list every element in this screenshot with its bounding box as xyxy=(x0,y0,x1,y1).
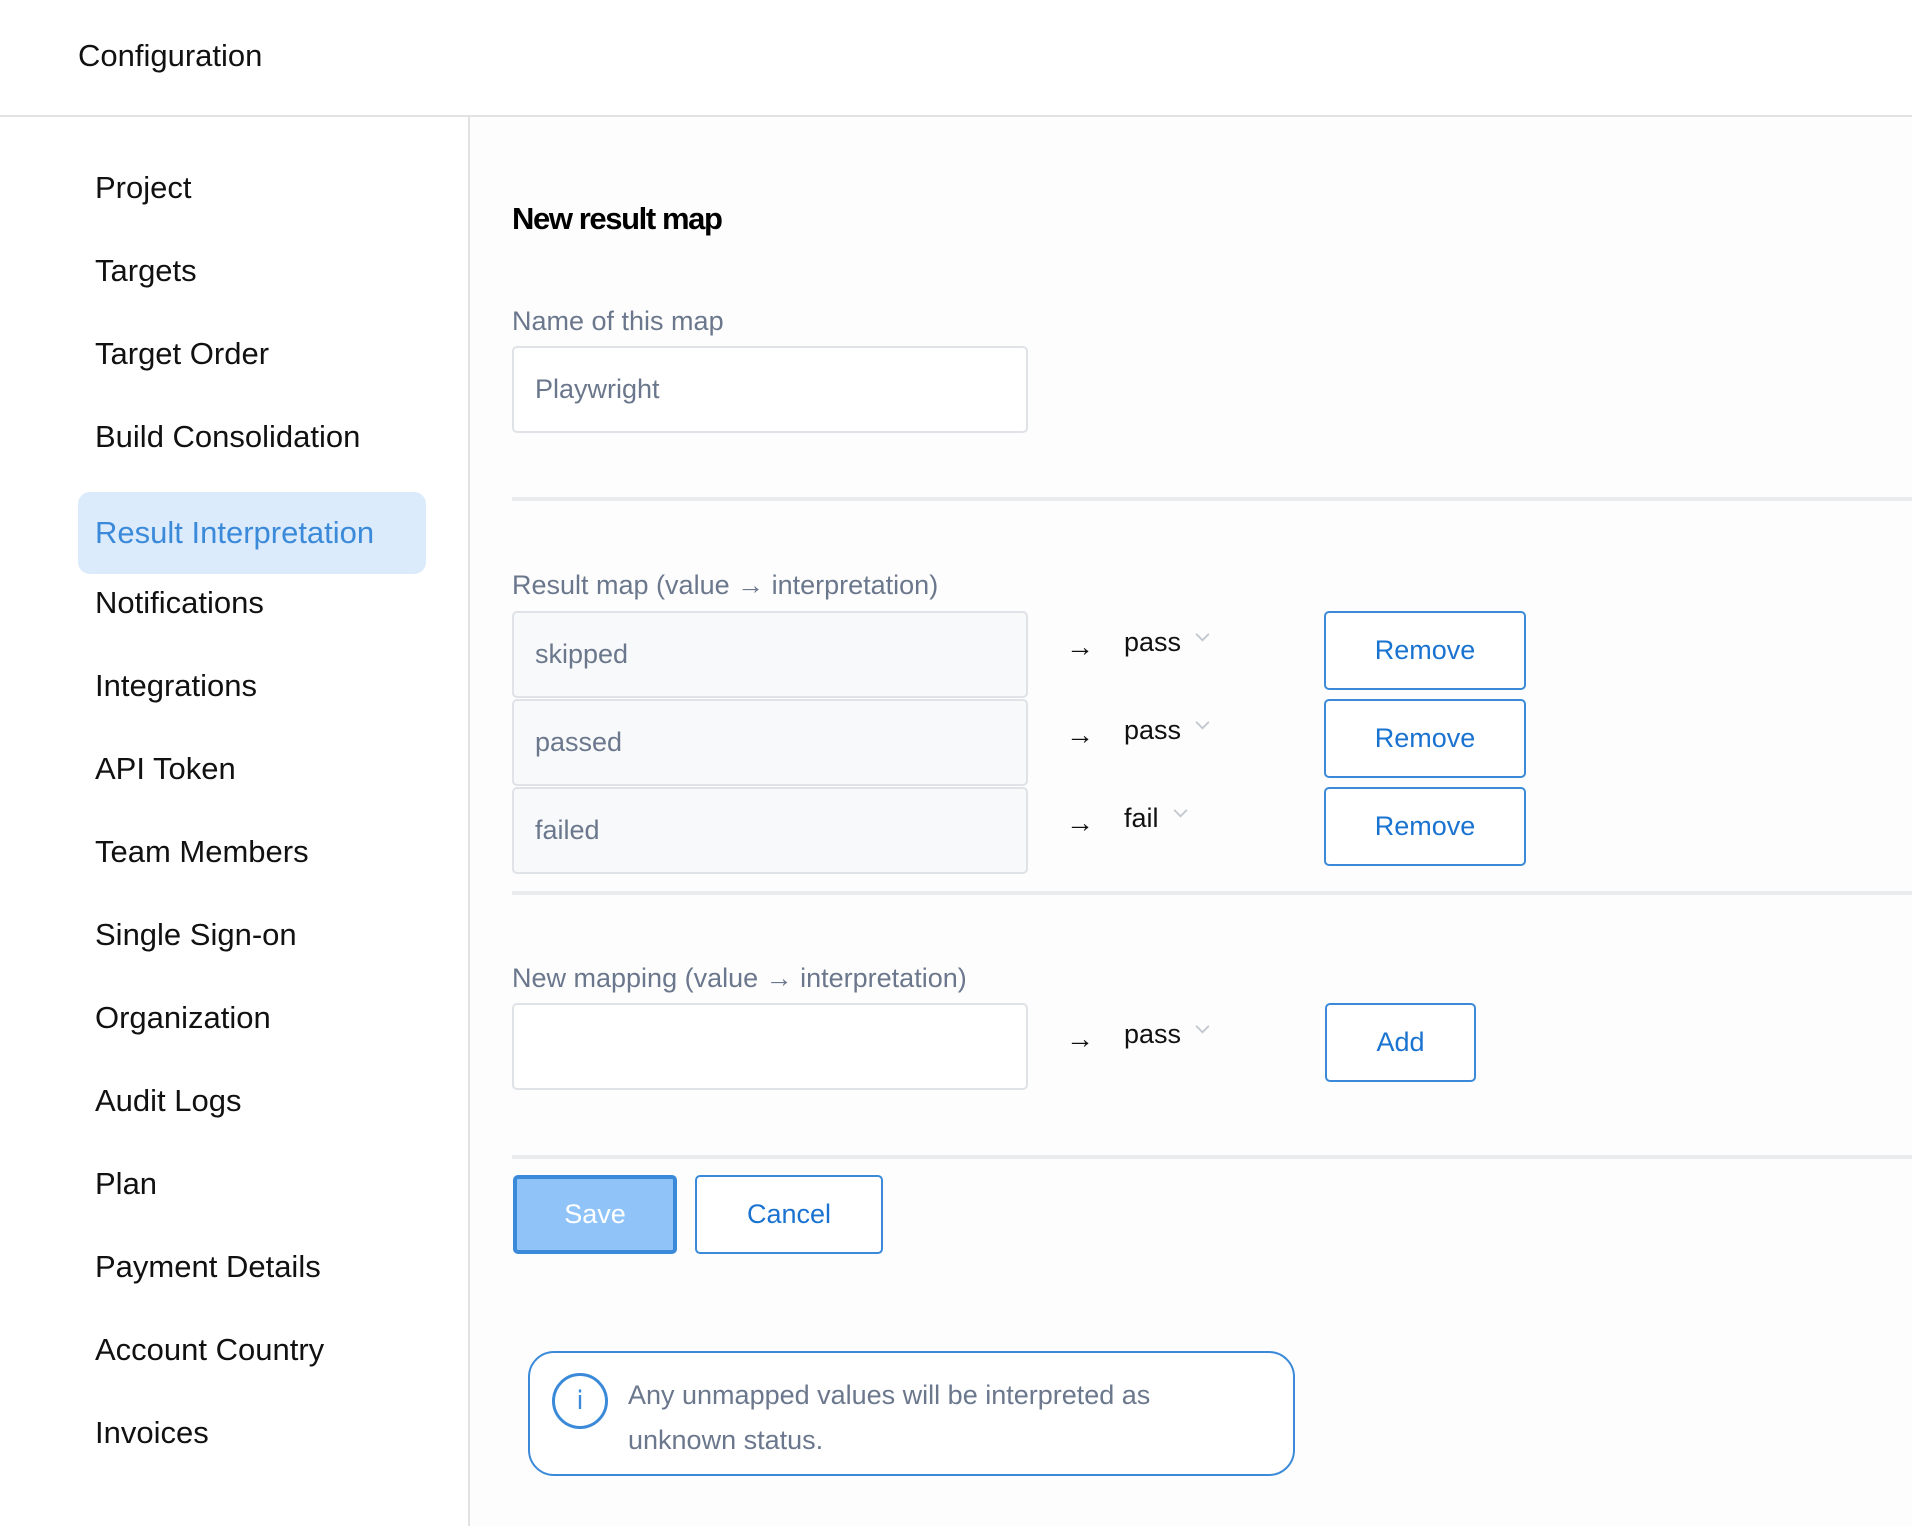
sidebar: Project Targets Target Order Build Conso… xyxy=(0,117,470,1526)
save-button[interactable]: Save xyxy=(513,1175,677,1254)
result-map-label: Result map (value → interpretation) xyxy=(512,570,939,600)
page-title: New result map xyxy=(512,201,723,236)
interpretation-select[interactable]: fail xyxy=(1124,803,1188,834)
interpretation-select[interactable]: pass xyxy=(1124,627,1210,658)
info-icon: i xyxy=(552,1373,608,1429)
new-mapping-value-input[interactable] xyxy=(512,1003,1028,1090)
arrow-right-icon: → xyxy=(1066,807,1094,838)
sidebar-item-team-members[interactable]: Team Members xyxy=(78,811,426,893)
top-header: Configuration xyxy=(0,0,1912,117)
sidebar-item-audit-logs[interactable]: Audit Logs xyxy=(78,1060,426,1142)
result-value-input[interactable]: passed xyxy=(512,699,1028,786)
sidebar-item-notifications[interactable]: Notifications xyxy=(78,562,426,644)
info-callout: i Any unmapped values will be interprete… xyxy=(528,1351,1295,1476)
map-name-label: Name of this map xyxy=(512,306,724,336)
interpretation-select[interactable]: pass xyxy=(1124,715,1210,746)
arrow-right-icon: → xyxy=(1066,631,1094,662)
cancel-button[interactable]: Cancel xyxy=(695,1175,883,1254)
arrow-right-icon: → xyxy=(1066,1023,1094,1054)
chevron-down-icon xyxy=(1195,715,1210,730)
chevron-down-icon xyxy=(1195,1019,1210,1034)
sidebar-item-plan[interactable]: Plan xyxy=(78,1143,426,1225)
new-mapping-interpretation-select[interactable]: pass xyxy=(1124,1019,1210,1050)
sidebar-item-payment-details[interactable]: Payment Details xyxy=(78,1226,426,1308)
page-header-title: Configuration xyxy=(78,38,263,73)
result-value-input[interactable]: failed xyxy=(512,787,1028,874)
chevron-down-icon xyxy=(1195,627,1210,642)
section-divider xyxy=(512,1155,1912,1159)
interpretation-select-value: pass xyxy=(1124,715,1182,745)
new-mapping-label: New mapping (value → interpretation) xyxy=(512,963,967,993)
arrow-right-icon: → xyxy=(1066,719,1094,750)
sidebar-item-organization[interactable]: Organization xyxy=(78,977,426,1059)
sidebar-item-single-sign-on[interactable]: Single Sign-on xyxy=(78,894,426,976)
sidebar-item-project[interactable]: Project xyxy=(78,147,426,229)
map-name-input[interactable]: Playwright xyxy=(512,346,1028,433)
sidebar-item-targets[interactable]: Targets xyxy=(78,230,426,312)
sidebar-item-account-country[interactable]: Account Country xyxy=(78,1309,426,1391)
sidebar-item-integrations[interactable]: Integrations xyxy=(78,645,426,727)
section-divider xyxy=(512,497,1912,501)
sidebar-item-invoices[interactable]: Invoices xyxy=(78,1392,426,1474)
sidebar-item-api-token[interactable]: API Token xyxy=(78,728,426,810)
remove-button[interactable]: Remove xyxy=(1324,611,1526,690)
sidebar-item-target-order[interactable]: Target Order xyxy=(78,313,426,395)
main-content: New result map Name of this map Playwrig… xyxy=(472,119,1912,1526)
interpretation-select-value: pass xyxy=(1124,1019,1182,1049)
remove-button[interactable]: Remove xyxy=(1324,699,1526,778)
chevron-down-icon xyxy=(1173,803,1188,818)
add-mapping-button[interactable]: Add xyxy=(1325,1003,1476,1082)
info-text: Any unmapped values will be interpreted … xyxy=(628,1380,1151,1455)
interpretation-select-value: pass xyxy=(1124,627,1182,657)
result-value-input[interactable]: skipped xyxy=(512,611,1028,698)
section-divider xyxy=(512,891,1912,895)
sidebar-item-build-consolidation[interactable]: Build Consolidation xyxy=(78,396,426,478)
interpretation-select-value: fail xyxy=(1124,803,1159,833)
remove-button[interactable]: Remove xyxy=(1324,787,1526,866)
